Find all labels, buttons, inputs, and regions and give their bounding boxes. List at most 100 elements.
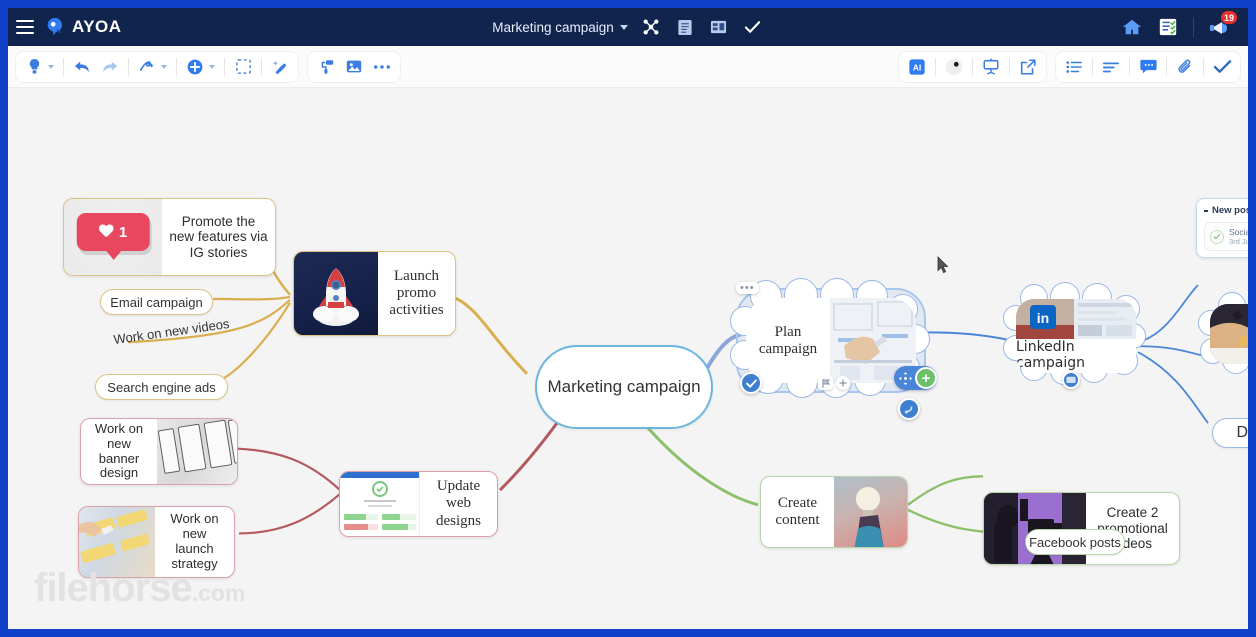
node-label: Promote the new features via IG stories — [169, 213, 268, 260]
share-export-icon[interactable] — [1014, 54, 1042, 80]
node-define[interactable]: Def — [1212, 418, 1248, 448]
plus-circle-icon[interactable] — [181, 54, 209, 80]
node-move-add-handles[interactable]: + — [894, 366, 937, 390]
node-label: LinkedIn campaign — [1016, 339, 1086, 371]
node-label: Email campaign — [110, 294, 203, 310]
mindmap-view-icon[interactable] — [640, 17, 662, 37]
document-view-icon[interactable] — [674, 17, 696, 37]
node-facebook-posts[interactable]: Facebook posts — [1025, 529, 1125, 555]
node-linkedin-campaign[interactable]: in LinkedIn campaign — [1003, 282, 1146, 389]
node-update-web[interactable]: Update web designs — [339, 471, 498, 537]
check-mark-icon[interactable] — [1208, 54, 1236, 80]
node-email-campaign[interactable]: Email campaign — [100, 289, 213, 315]
node-plan-campaign[interactable]: Plan campaign ••• + — [730, 278, 937, 420]
task-view-icon[interactable] — [742, 17, 764, 37]
app-logo[interactable]: AYOA — [44, 16, 122, 38]
node-label: Def — [1236, 424, 1248, 441]
toolbar-group-primary — [16, 51, 298, 82]
node-label: Create content — [775, 494, 820, 528]
wireframe-image — [157, 419, 237, 484]
node-done-check-badge[interactable] — [740, 372, 762, 394]
ayoa-app-window: AYOA Marketing campaign 19 AI 1 Promote … — [0, 0, 1256, 637]
instagram-like-image: 1 — [64, 199, 162, 275]
task-name: Social — [1229, 227, 1248, 237]
node-flag-icon[interactable] — [818, 376, 833, 390]
magic-wand-icon[interactable] — [266, 54, 294, 80]
node-banner-design[interactable]: Work on new banner design — [80, 418, 238, 485]
side-card-task-text: Social 3rd Jun — [1229, 227, 1248, 246]
lightbulb-dropdown-caret[interactable] — [48, 64, 54, 69]
pen-draw-icon[interactable] — [133, 54, 161, 80]
node-launch-promo[interactable]: Launch promo activities — [293, 251, 456, 336]
selection-box-icon[interactable] — [229, 54, 257, 80]
lightbulb-hand-image — [834, 477, 907, 547]
node-body[interactable]: Plan campaign — [746, 298, 916, 383]
dark-mode-icon[interactable] — [940, 54, 968, 80]
top-bar-center: Marketing campaign — [8, 8, 1248, 46]
add-dropdown-caret[interactable] — [209, 64, 215, 69]
toolbar-divider — [128, 57, 129, 76]
svg-text:AI: AI — [913, 62, 922, 72]
ellipsis-icon[interactable] — [368, 54, 396, 80]
toolbar-divider — [1193, 17, 1194, 37]
node-body[interactable] — [1210, 304, 1248, 364]
toolbar-divider — [176, 57, 177, 76]
node-comment-badge[interactable] — [1062, 371, 1080, 389]
comment-icon[interactable] — [1134, 54, 1162, 80]
top-bar-right: 19 — [1121, 10, 1248, 40]
chevron-down-icon[interactable] — [619, 24, 628, 30]
board-view-icon[interactable] — [708, 17, 730, 37]
mouse-cursor — [937, 256, 949, 274]
toolbar-divider — [1009, 57, 1010, 76]
notifications-button[interactable]: 19 — [1208, 10, 1238, 40]
redo-arrow-icon[interactable] — [96, 54, 124, 80]
ayoa-logo-icon — [44, 16, 66, 38]
home-icon[interactable] — [1121, 17, 1143, 37]
document-title[interactable]: Marketing campaign — [492, 20, 614, 35]
paint-roller-icon[interactable] — [312, 54, 340, 80]
side-card-task[interactable]: Social 3rd Jun — [1204, 222, 1248, 251]
rocket-image — [294, 252, 378, 335]
node-writing-cloud[interactable] — [1198, 292, 1248, 374]
lightbulb-icon[interactable] — [20, 54, 48, 80]
heart-icon — [99, 225, 114, 239]
node-label: Work on new videos — [112, 315, 231, 348]
list-icon[interactable] — [1060, 54, 1088, 80]
mindmap-canvas[interactable]: 1 Promote the new features via IG storie… — [8, 88, 1248, 629]
node-add-child-button[interactable]: + — [915, 367, 937, 389]
image-icon[interactable] — [340, 54, 368, 80]
move-handle-icon — [898, 371, 913, 385]
website-image — [340, 472, 420, 536]
paperclip-icon[interactable] — [1171, 54, 1199, 80]
ai-badge-icon[interactable]: AI — [903, 54, 931, 80]
node-add-small-icon[interactable] — [836, 376, 850, 390]
bullet-icon — [1204, 209, 1208, 212]
task-list-icon[interactable] — [1157, 17, 1179, 37]
task-date: 3rd Jun — [1229, 237, 1248, 246]
node-search-engine-ads[interactable]: Search engine ads — [95, 374, 228, 400]
node-work-new-videos[interactable]: Work on new videos — [113, 316, 231, 347]
hamburger-icon[interactable] — [16, 20, 34, 34]
node-label: Work on new banner design — [94, 420, 144, 481]
toolbar-divider — [1203, 57, 1204, 76]
toolbar-divider — [1166, 57, 1167, 76]
filehorse-watermark: filehorse.com — [34, 566, 245, 611]
draw-dropdown-caret[interactable] — [161, 64, 167, 69]
toolbar-divider — [261, 57, 262, 76]
node-label: Plan campaign — [758, 323, 818, 357]
presentation-icon[interactable] — [977, 54, 1005, 80]
node-center-marketing-campaign[interactable]: Marketing campaign — [535, 345, 713, 429]
side-card-new-posts[interactable]: New posts Social 3rd Jun — [1196, 198, 1248, 258]
undo-arrow-icon[interactable] — [68, 54, 96, 80]
toolbar-group-secondary — [308, 51, 400, 82]
align-text-icon[interactable] — [1097, 54, 1125, 80]
node-body[interactable]: in LinkedIn campaign — [1016, 299, 1136, 373]
linkedin-image: in — [1016, 299, 1136, 339]
node-promote-ig[interactable]: 1 Promote the new features via IG storie… — [63, 198, 276, 276]
node-menu-ellipsis-icon[interactable]: ••• — [736, 282, 759, 294]
node-label: Launch promo activities — [389, 267, 444, 319]
canvas-area[interactable]: AI 1 Promote the new features via IG sto… — [8, 46, 1248, 629]
node-branch-badge[interactable] — [898, 398, 920, 420]
node-create-content[interactable]: Create content — [760, 476, 908, 548]
check-circle-icon[interactable] — [1210, 229, 1224, 244]
